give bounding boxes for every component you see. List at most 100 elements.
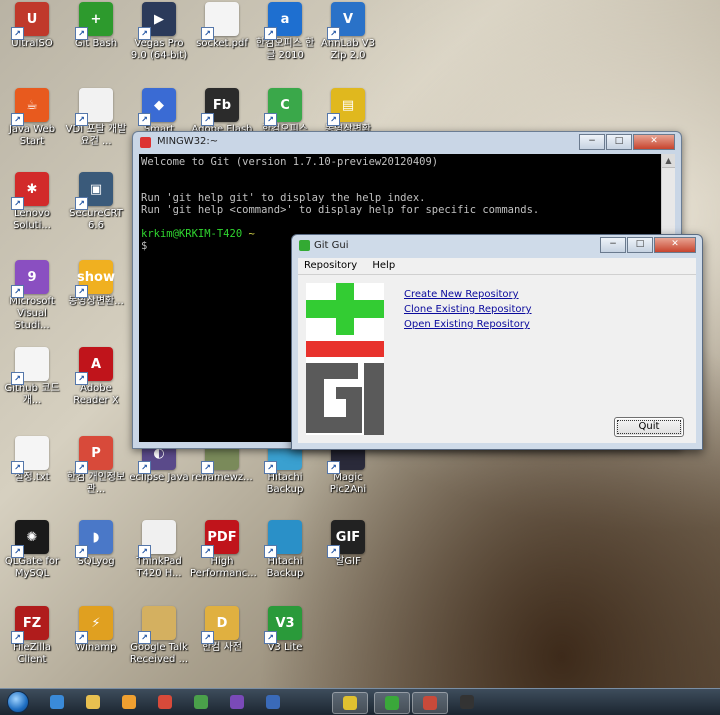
taskbar-explorer-button[interactable] — [76, 692, 110, 712]
start-button[interactable] — [0, 691, 36, 713]
shortcut-arrow-icon: ↗ — [327, 113, 340, 126]
desktop-app-icon: U ↗ — [11, 2, 49, 40]
desktop-app-icon: ↗ — [75, 88, 113, 126]
menu-help[interactable]: Help — [366, 258, 401, 273]
desktop-icon-label: Microsoft Visual Studi... — [9, 296, 55, 331]
desktop-icon[interactable]: U ↗ UltraISO — [0, 2, 64, 50]
desktop-icon[interactable]: ◗ ↗ SQLyog — [64, 520, 128, 568]
taskbar-git-gui-button[interactable] — [374, 692, 410, 714]
desktop-icon[interactable]: ✺ ↗ QLGate for MySQL — [0, 520, 64, 580]
desktop-icon[interactable]: A ↗ Adobe Reader X — [64, 347, 128, 407]
console-minimize-button[interactable]: − — [579, 134, 605, 150]
desktop-icon[interactable]: GIF ↗ 알GIF — [316, 520, 380, 568]
desktop-icon[interactable]: ⚡ ↗ Winamp — [64, 606, 128, 654]
menu-repository[interactable]: Repository — [298, 258, 363, 273]
desktop-icon[interactable]: ↗ VDI 포탈 개발요건 ... — [64, 88, 128, 148]
shortcut-arrow-icon: ↗ — [75, 545, 88, 558]
desktop-icon[interactable]: C ↗ 한컴오피스 — [253, 88, 317, 136]
desktop-icon[interactable]: ↗ Google Talk Received ... — [127, 606, 191, 666]
desktop-icon[interactable]: FZ ↗ FileZilla Client — [0, 606, 64, 666]
desktop-icon[interactable]: V ↗ AhnLab V3 Zip 2.0 — [316, 2, 380, 62]
gitgui-maximize-button[interactable]: □ — [627, 237, 653, 253]
shortcut-arrow-icon: ↗ — [75, 197, 88, 210]
create-new-repository-link[interactable]: Create New Repository — [404, 289, 532, 300]
desktop-icon-label: FileZilla Client — [12, 642, 52, 665]
desktop-icon[interactable]: P ↗ 한컴 개인정보관... — [64, 436, 128, 496]
desktop-icon[interactable]: show ↗ 동영상변환... — [64, 260, 128, 308]
prompt-user: krkim@KRKIM-T420 — [141, 228, 243, 240]
scroll-up-icon[interactable]: ▲ — [662, 154, 675, 168]
icon-glyph: ▣ — [89, 181, 103, 197]
desktop-icon[interactable]: ↗ ThinkPad T420 H... — [127, 520, 191, 580]
desktop-app-icon: show ↗ — [75, 260, 115, 298]
desktop-icon[interactable]: ↗ 설정.txt — [0, 436, 64, 484]
desktop-icon[interactable]: ☕ ↗ Java Web Start — [0, 88, 64, 148]
console-close-button[interactable]: ✕ — [633, 134, 675, 150]
git-bash-app-icon — [140, 137, 151, 148]
taskbar-de-app-button[interactable] — [256, 692, 290, 712]
shortcut-arrow-icon: ↗ — [11, 27, 24, 40]
taskbar-chrome-3-button[interactable] — [332, 692, 368, 714]
icon-glyph: U — [26, 11, 38, 27]
shortcut-arrow-icon: ↗ — [264, 545, 277, 558]
desktop-icon-label: 한컴오피스 한글 2010 — [255, 38, 315, 61]
desktop-icon[interactable]: ✱ ↗ Lenovo Soluti... — [0, 172, 64, 232]
icon-glyph: D — [216, 615, 228, 631]
shortcut-arrow-icon: ↗ — [201, 27, 214, 40]
console-titlebar[interactable]: MINGW32:~ − □ ✕ — [133, 132, 681, 152]
quit-button[interactable]: Quit — [614, 417, 684, 437]
taskbar-visual-studio-button[interactable] — [220, 692, 254, 712]
desktop-icon[interactable]: V3 ↗ V3 Lite — [253, 606, 317, 654]
taskbar-chrome-button[interactable] — [148, 692, 182, 712]
desktop-icon[interactable]: a ↗ 한컴오피스 한글 2010 — [253, 2, 317, 62]
taskbar-git-bash-button[interactable] — [412, 692, 448, 714]
shortcut-arrow-icon: ↗ — [201, 631, 214, 644]
console-line: Welcome to Git (version 1.7.10-preview20… — [141, 156, 439, 168]
prompt-path: ~ — [248, 228, 255, 240]
desktop-icon-label: Winamp — [75, 642, 117, 653]
icon-glyph: V — [342, 11, 354, 27]
open-existing-repository-link[interactable]: Open Existing Repository — [404, 319, 532, 330]
windows-orb-icon — [7, 691, 29, 713]
desktop-icon-label: UltraISO — [11, 38, 53, 49]
taskbar-ie-button[interactable] — [40, 692, 74, 712]
desktop-icon[interactable]: ↗ socket.pdf — [190, 2, 254, 50]
shortcut-arrow-icon: ↗ — [138, 113, 151, 126]
shortcut-arrow-icon: ↗ — [264, 631, 277, 644]
console-line: Run 'git help <command>' to display help… — [141, 204, 540, 216]
shortcut-arrow-icon: ↗ — [11, 372, 24, 385]
shortcut-arrow-icon: ↗ — [264, 27, 277, 40]
shortcut-arrow-icon: ↗ — [75, 27, 88, 40]
git-gui-menubar: Repository Help — [298, 258, 696, 275]
desktop-icon[interactable]: ↗ Hitachi Backup — [253, 520, 317, 580]
desktop-icon-label: SQLyog — [77, 556, 115, 567]
desktop-icon[interactable]: Fb ↗ Adobe Flash — [190, 88, 254, 136]
taskbar-media-player-button[interactable] — [112, 692, 146, 712]
desktop-icon[interactable]: + ↗ Git Bash — [64, 2, 128, 50]
git-gui-window[interactable]: Git Gui − □ ✕ Repository Help Create New… — [291, 234, 703, 450]
gitgui-close-button[interactable]: ✕ — [654, 237, 696, 253]
desktop-icon-label: ThinkPad T420 H... — [136, 556, 182, 579]
desktop-icon[interactable]: ↗ Github 코드개... — [0, 347, 64, 407]
desktop-icon[interactable]: 9 ↗ Microsoft Visual Studi... — [0, 260, 64, 332]
desktop-icon[interactable]: ▤ ↗ 동영상변환 — [316, 88, 380, 136]
desktop-app-icon: C ↗ — [264, 88, 302, 126]
desktop-icon[interactable]: D ↗ 한컴 사전 — [190, 606, 254, 654]
chrome-2-icon — [194, 695, 208, 709]
explorer-icon — [86, 695, 100, 709]
desktop-icon-label: renamewz... — [191, 472, 253, 483]
clone-existing-repository-link[interactable]: Clone Existing Repository — [404, 304, 532, 315]
visual-studio-icon — [230, 695, 244, 709]
taskbar-chrome-2-button[interactable] — [184, 692, 218, 712]
taskbar-cmd-button[interactable] — [450, 692, 484, 712]
desktop-icon[interactable]: ▶ ↗ Vegas Pro 9.0 (64-bit) — [127, 2, 191, 62]
gitgui-minimize-button[interactable]: − — [600, 237, 626, 253]
desktop-icon[interactable]: PDF ↗ High Performanc... — [190, 520, 257, 580]
shortcut-arrow-icon: ↗ — [11, 113, 24, 126]
desktop-icon[interactable]: ▣ ↗ SecureCRT 6.6 — [64, 172, 128, 232]
icon-glyph: 9 — [27, 269, 37, 285]
console-maximize-button[interactable]: □ — [606, 134, 632, 150]
shortcut-arrow-icon: ↗ — [264, 113, 277, 126]
ie-icon — [50, 695, 64, 709]
